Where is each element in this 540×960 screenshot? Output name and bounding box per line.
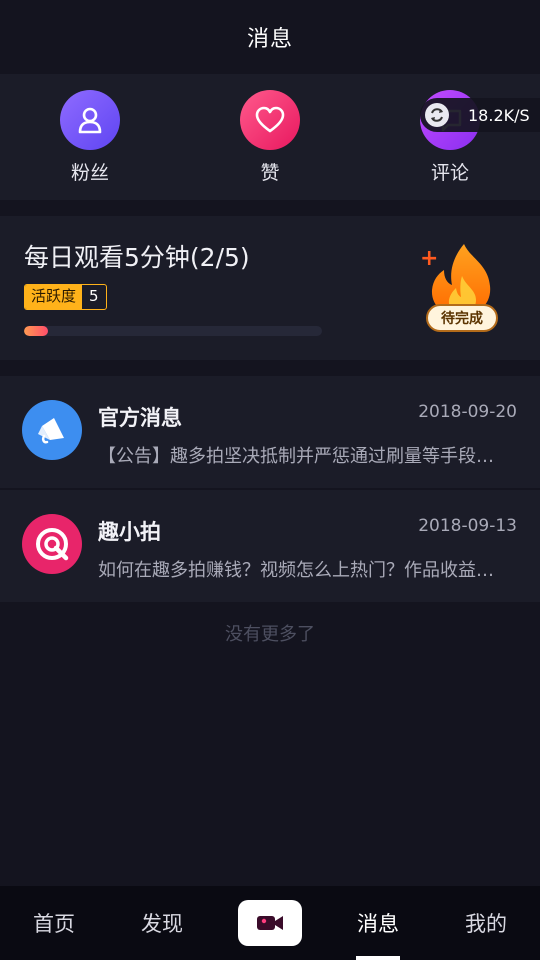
message-preview: 如何在趣多拍赚钱？视频怎么上热门？作品收益怎么算？ [98, 560, 510, 581]
likes-label: 赞 [260, 162, 280, 184]
message-preview: 【公告】趣多拍坚决抵制并严惩通过刷量等手段作弊的行为 [98, 446, 510, 467]
bottom-nav: 首页 发现 消息 我的 [0, 886, 540, 960]
nav-messages-label: 消息 [357, 912, 399, 936]
logo-icon [36, 528, 69, 561]
header: 消息 [0, 0, 540, 74]
refresh-icon [420, 98, 454, 132]
quxiaopai-avatar [22, 514, 82, 574]
likes-icon-circle [240, 90, 300, 150]
task-progress-fill [24, 326, 48, 336]
activity-label: 活跃度 [25, 285, 83, 309]
message-date: 2018-09-13 [418, 516, 517, 536]
heart-icon [255, 106, 285, 133]
message-item-quxiaopai[interactable]: 趣小拍 2018-09-13 如何在趣多拍赚钱？视频怎么上热门？作品收益怎么算？ [0, 490, 540, 602]
message-sender: 趣小拍 [98, 520, 161, 544]
user-icon [78, 107, 102, 134]
network-speed-indicator: 18.2K/S [420, 98, 540, 132]
task-progress-bar [24, 326, 322, 336]
list-end-text: 没有更多了 [225, 624, 315, 645]
nav-mine[interactable]: 我的 [436, 886, 536, 960]
fans-label: 粉丝 [70, 162, 109, 184]
message-sender: 官方消息 [98, 406, 182, 430]
shortcut-bar: 粉丝 赞 评论 18.2K/S [0, 74, 540, 200]
fans-icon-circle [60, 90, 120, 150]
nav-messages[interactable]: 消息 [328, 886, 428, 960]
page-title: 消息 [246, 27, 293, 52]
task-title: 每日观看5分钟(2/5) [24, 243, 250, 272]
likes-shortcut[interactable]: 赞 [220, 90, 320, 190]
message-date: 2018-09-20 [418, 402, 517, 422]
task-status-button[interactable]: + 待完成 [416, 240, 506, 340]
pending-label: 待完成 [426, 304, 498, 332]
official-avatar [22, 400, 82, 460]
message-item-official[interactable]: 官方消息 2018-09-20 【公告】趣多拍坚决抵制并严惩通过刷量等手段作弊的… [0, 376, 540, 488]
video-camera-icon [257, 916, 283, 930]
activity-value: 5 [89, 287, 99, 305]
active-tab-indicator [356, 956, 400, 960]
comments-label: 评论 [430, 162, 469, 184]
nav-discover[interactable]: 发现 [112, 886, 212, 960]
activity-badge: 活跃度 5 [24, 284, 107, 310]
record-button[interactable] [238, 900, 302, 946]
nav-home[interactable]: 首页 [4, 886, 104, 960]
daily-task-card[interactable]: 每日观看5分钟(2/5) 活跃度 5 + 待完成 [0, 216, 540, 360]
fans-shortcut[interactable]: 粉丝 [40, 90, 140, 190]
megaphone-icon [38, 418, 64, 444]
network-speed-text: 18.2K/S [468, 105, 530, 125]
messages-screen: 消息 粉丝 赞 评论 18.2K/S 每日观看5分钟(2/5) 活跃度 5 + … [0, 0, 540, 960]
